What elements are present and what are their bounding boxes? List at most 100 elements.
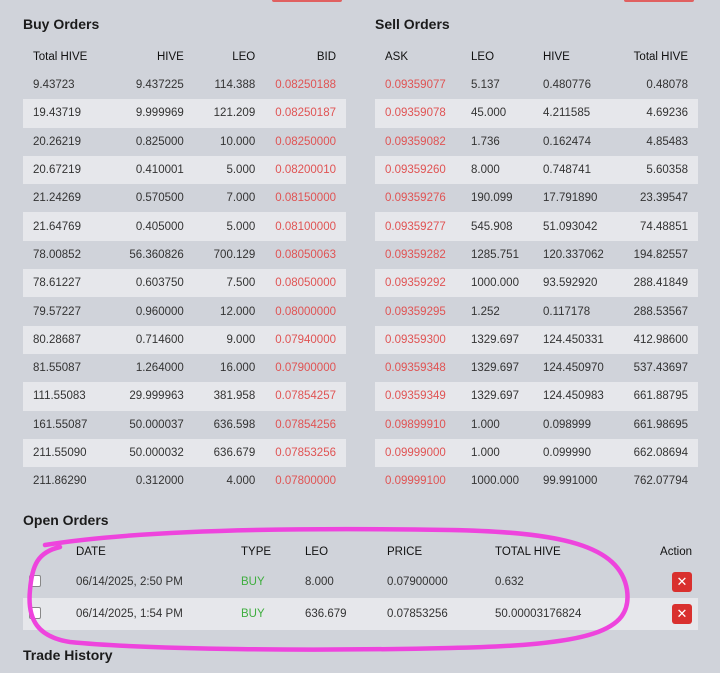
- buy-order-row[interactable]: 78.00852 56.360826 700.129 0.08050063: [23, 241, 346, 269]
- sell-cell: 5.137: [471, 79, 500, 92]
- buy-order-row[interactable]: 9.43723 9.437225 114.388 0.08250188: [23, 71, 346, 99]
- buy-cell: 0.410001: [108, 155, 194, 185]
- sell-cell: 0.09359295: [385, 305, 446, 318]
- buy-order-row[interactable]: 20.26219 0.825000 10.000 0.08250000: [23, 128, 346, 156]
- sell-cell: 5.60358: [621, 155, 698, 185]
- buy-cell: 5.000: [193, 155, 266, 185]
- sell-cell: 1.000: [461, 438, 533, 468]
- sell-order-row[interactable]: 0.09359077 5.137 0.480776 0.48078: [375, 71, 698, 99]
- sell-cell: 194.82557: [633, 248, 688, 261]
- buy-cell: 0.07900000: [275, 362, 336, 375]
- sell-cell: 17.791890: [543, 192, 598, 205]
- open-header-action: Action: [660, 546, 692, 558]
- buy-order-row[interactable]: 161.55087 50.000037 636.598 0.07854256: [23, 411, 346, 439]
- buy-order-row[interactable]: 19.43719 9.999969 121.209 0.08250187: [23, 99, 346, 128]
- open-order-row: 06/14/2025, 1:54 PM BUY 636.679 0.078532…: [23, 598, 698, 630]
- top-button-left[interactable]: [272, 0, 342, 2]
- buy-cell: 0.603750: [108, 269, 194, 298]
- buy-cell: 0.312000: [135, 475, 184, 488]
- sell-order-row[interactable]: 0.09359300 1329.697 124.450331 412.98600: [375, 325, 698, 354]
- sell-cell: 412.98600: [621, 325, 698, 354]
- sell-order-row[interactable]: 0.09359276 190.099 17.791890 23.39547: [375, 184, 698, 212]
- sell-order-row[interactable]: 0.09999100 1000.000 99.991000 762.07794: [375, 467, 698, 495]
- open-header-leo: LEO: [305, 546, 329, 558]
- open-order-leo: 8.000: [305, 576, 334, 588]
- sell-order-row[interactable]: 0.09359295 1.252 0.117178 288.53567: [375, 297, 698, 325]
- buy-cell: 0.08050063: [275, 248, 336, 261]
- sell-cell: 51.093042: [533, 212, 621, 241]
- sell-cell: 1329.697: [461, 382, 533, 411]
- buy-cell: 700.129: [213, 248, 256, 261]
- sell-header-leo: LEO: [471, 51, 495, 63]
- sell-cell: 0.09359282: [385, 248, 446, 261]
- buy-header-bid: BID: [316, 51, 336, 63]
- buy-cell: 0.960000: [135, 305, 184, 318]
- buy-cell: 7.000: [226, 192, 256, 205]
- sell-cell: 662.08694: [621, 438, 698, 468]
- buy-orders-table: Total HIVE HIVE LEO BID 9.43723 9.437225 1…: [23, 43, 346, 495]
- sell-cell: 1.736: [471, 135, 500, 148]
- buy-order-row[interactable]: 79.57227 0.960000 12.000 0.08000000: [23, 297, 346, 325]
- sell-order-row[interactable]: 0.09999000 1.000 0.099990 662.08694: [375, 438, 698, 468]
- buy-order-row[interactable]: 211.86290 0.312000 4.000 0.07800000: [23, 467, 346, 495]
- buy-order-row[interactable]: 21.24269 0.570500 7.000 0.08150000: [23, 184, 346, 212]
- buy-header-hive: HIVE: [156, 51, 184, 63]
- buy-cell: 0.08250187: [265, 99, 346, 128]
- buy-cell: 9.000: [193, 325, 266, 354]
- open-header-price: PRICE: [387, 546, 423, 558]
- buy-order-row[interactable]: 80.28687 0.714600 9.000 0.07940000: [23, 325, 346, 354]
- buy-cell: 0.08200010: [265, 155, 346, 185]
- buy-cell: 0.825000: [135, 135, 184, 148]
- open-order-checkbox[interactable]: [29, 574, 41, 587]
- buy-order-row[interactable]: 78.61227 0.603750 7.500 0.08050000: [23, 269, 346, 298]
- buy-cell: 0.405000: [108, 212, 194, 241]
- buy-cell: 56.360826: [129, 248, 184, 261]
- buy-cell: 21.24269: [33, 192, 81, 205]
- sell-order-row[interactable]: 0.09359282 1285.751 120.337062 194.82557: [375, 241, 698, 269]
- buy-cell: 1.264000: [135, 362, 184, 375]
- sell-cell: 0.09359082: [385, 135, 446, 148]
- buy-cell: 20.67219: [23, 155, 109, 185]
- cancel-order-button[interactable]: ✕: [672, 572, 692, 592]
- open-order-price: 0.07853256: [381, 598, 489, 630]
- buy-orders-title: Buy Orders: [23, 16, 100, 32]
- buy-order-row[interactable]: 81.55087 1.264000 16.000 0.07900000: [23, 354, 346, 382]
- sell-order-row[interactable]: 0.09359078 45.000 4.211585 4.69236: [375, 99, 698, 128]
- buy-cell: 211.55090: [23, 438, 109, 468]
- buy-cell: 16.000: [220, 362, 256, 375]
- sell-order-row[interactable]: 0.09359082 1.736 0.162474 4.85483: [375, 128, 698, 156]
- open-orders-title: Open Orders: [23, 512, 109, 528]
- sell-order-row[interactable]: 0.09359349 1329.697 124.450983 661.88795: [375, 382, 698, 411]
- buy-order-row[interactable]: 111.55083 29.999963 381.958 0.07854257: [23, 382, 346, 411]
- open-order-price: 0.07900000: [387, 576, 448, 588]
- buy-cell: 29.999963: [108, 382, 194, 411]
- buy-cell: 78.61227: [23, 269, 109, 298]
- sell-cell: 661.98695: [633, 418, 688, 431]
- buy-order-row[interactable]: 21.64769 0.405000 5.000 0.08100000: [23, 212, 346, 241]
- open-order-date: 06/14/2025, 1:54 PM: [70, 598, 235, 630]
- buy-order-row[interactable]: 211.55090 50.000032 636.679 0.07853256: [23, 438, 346, 468]
- buy-order-row[interactable]: 20.67219 0.410001 5.000 0.08200010: [23, 155, 346, 185]
- buy-cell: 4.000: [226, 475, 256, 488]
- sell-cell: 190.099: [471, 192, 513, 205]
- sell-cell: 45.000: [461, 99, 533, 128]
- sell-order-row[interactable]: 0.09359260 8.000 0.748741 5.60358: [375, 155, 698, 185]
- top-button-right[interactable]: [624, 0, 694, 2]
- sell-cell: 8.000: [461, 155, 533, 185]
- sell-order-row[interactable]: 0.09359348 1329.697 124.450970 537.43697: [375, 354, 698, 382]
- sell-order-row[interactable]: 0.09899910 1.000 0.098999 661.98695: [375, 411, 698, 439]
- sell-cell: 0.09999000: [375, 438, 461, 468]
- buy-header-total-hive: Total HIVE: [33, 51, 88, 63]
- sell-cell: 0.09999100: [385, 475, 446, 488]
- buy-cell: 20.26219: [33, 135, 81, 148]
- sell-cell: 124.450331: [533, 325, 621, 354]
- sell-order-row[interactable]: 0.09359292 1000.000 93.592920 288.41849: [375, 269, 698, 298]
- buy-cell: 0.08000000: [275, 305, 336, 318]
- cancel-order-button[interactable]: ✕: [672, 604, 692, 624]
- sell-cell: 0.09359277: [375, 212, 461, 241]
- buy-cell: 636.598: [213, 418, 256, 431]
- sell-cell: 288.53567: [633, 305, 688, 318]
- open-order-type: BUY: [241, 576, 265, 588]
- open-order-checkbox[interactable]: [29, 606, 41, 619]
- sell-order-row[interactable]: 0.09359277 545.908 51.093042 74.48851: [375, 212, 698, 241]
